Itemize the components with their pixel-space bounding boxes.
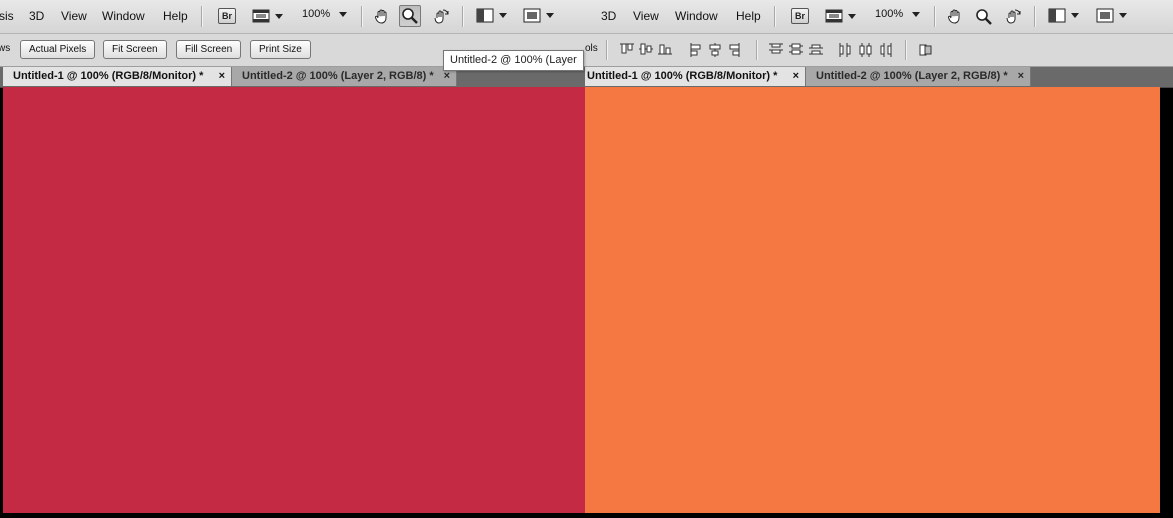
tab-untitled-2[interactable]: Untitled-2 @ 100% (Layer 2, RGB/8) * × xyxy=(806,67,1031,86)
chevron-down-icon xyxy=(912,11,921,17)
chevron-down-icon xyxy=(275,13,283,19)
menu-analysis[interactable]: sis xyxy=(0,9,14,23)
chevron-down-icon xyxy=(1119,13,1127,18)
distribute-left-edges-icon[interactable] xyxy=(838,42,854,58)
hand-tool-button[interactable] xyxy=(947,8,963,24)
arrange-documents-icon xyxy=(1048,8,1066,23)
menu-window[interactable]: Window xyxy=(675,9,718,23)
chevron-down-icon xyxy=(1071,13,1079,18)
document-canvas[interactable] xyxy=(3,87,585,513)
menu-3d[interactable]: 3D xyxy=(29,9,44,23)
left-photoshop-window: sis 3D View Window Help Br 100% ws Actua… xyxy=(0,0,585,518)
zoom-icon xyxy=(402,8,418,24)
zoom-tool-button[interactable] xyxy=(399,5,421,27)
bridge-button[interactable]: Br xyxy=(791,8,809,24)
hand-icon xyxy=(948,9,960,24)
close-icon[interactable]: × xyxy=(219,67,225,86)
distribute-top-edges-icon[interactable] xyxy=(768,42,784,56)
menu-window[interactable]: Window xyxy=(102,9,145,23)
fill-screen-button[interactable]: Fill Screen xyxy=(176,40,242,59)
menu-3d[interactable]: 3D xyxy=(601,9,616,23)
menu-view[interactable]: View xyxy=(633,9,659,23)
rotate-view-icon xyxy=(434,9,449,24)
menu-view[interactable]: View xyxy=(61,9,87,23)
rotate-view-tool-button[interactable] xyxy=(1004,8,1022,24)
right-photoshop-window: 3D View Window Help Br 100% ols Untitled… xyxy=(585,0,1173,518)
tab-untitled-1[interactable]: Untitled-1 @ 100% (RGB/8/Monitor) * × xyxy=(3,67,232,86)
print-size-button[interactable]: Print Size xyxy=(250,40,311,59)
chevron-down-icon xyxy=(339,11,348,17)
distribute-bottom-edges-icon[interactable] xyxy=(808,42,824,56)
document-canvas[interactable] xyxy=(585,87,1160,513)
application-bar: 3D View Window Help Br 100% xyxy=(585,0,1173,34)
zoom-level-dropdown[interactable]: 100% xyxy=(302,8,348,20)
bridge-button[interactable]: Br xyxy=(218,8,236,24)
align-left-edges-icon[interactable] xyxy=(689,42,703,58)
extras-menu-button[interactable] xyxy=(825,8,856,24)
rotate-view-icon xyxy=(1006,9,1021,24)
hand-icon xyxy=(375,9,387,24)
chevron-down-icon xyxy=(499,13,507,18)
options-bar: ols xyxy=(585,34,1173,67)
rotate-view-tool-button[interactable] xyxy=(432,8,450,24)
tab-untitled-1[interactable]: Untitled-1 @ 100% (RGB/8/Monitor) * × xyxy=(585,67,806,86)
distribute-right-edges-icon[interactable] xyxy=(878,42,894,58)
align-bottom-edges-icon[interactable] xyxy=(657,42,673,56)
screen-mode-button[interactable] xyxy=(1096,8,1127,23)
zoom-level-value: 100% xyxy=(875,8,904,20)
film-strip-icon xyxy=(252,9,270,23)
align-horizontal-centers-icon[interactable] xyxy=(708,42,722,58)
chevron-down-icon xyxy=(546,13,554,18)
extras-menu-button[interactable] xyxy=(252,8,283,24)
close-icon[interactable]: × xyxy=(793,67,799,86)
tab-label: Untitled-2 @ 100% (Layer 2, RGB/8) * xyxy=(816,70,1008,82)
align-vertical-centers-icon[interactable] xyxy=(638,42,654,56)
distribute-horizontal-centers-icon[interactable] xyxy=(858,42,874,58)
align-top-edges-icon[interactable] xyxy=(619,42,635,56)
options-partial-label: ols xyxy=(585,43,598,54)
bridge-icon: Br xyxy=(218,8,236,24)
zoom-tool-button[interactable] xyxy=(975,8,993,26)
arrange-documents-button[interactable] xyxy=(1048,8,1079,23)
screen-mode-icon xyxy=(1096,8,1114,23)
screen-mode-button[interactable] xyxy=(523,8,554,23)
tab-label: Untitled-2 @ 100% (Layer 2, RGB/8) * xyxy=(242,70,434,82)
arrange-documents-icon xyxy=(476,8,494,23)
menu-help[interactable]: Help xyxy=(163,9,188,23)
chevron-down-icon xyxy=(848,13,856,19)
zoom-level-dropdown[interactable]: 100% xyxy=(875,8,921,20)
fit-screen-button[interactable]: Fit Screen xyxy=(103,40,167,59)
align-right-edges-icon[interactable] xyxy=(727,42,741,58)
menu-help[interactable]: Help xyxy=(736,9,761,23)
close-icon[interactable]: × xyxy=(1018,67,1024,86)
distribute-vertical-centers-icon[interactable] xyxy=(788,42,804,56)
zoom-level-value: 100% xyxy=(302,8,331,20)
arrange-documents-button[interactable] xyxy=(476,8,507,23)
zoom-icon xyxy=(976,9,992,25)
tab-label: Untitled-1 @ 100% (RGB/8/Monitor) * xyxy=(587,70,778,82)
tab-tooltip: Untitled-2 @ 100% (Layer xyxy=(443,50,584,71)
bridge-icon: Br xyxy=(791,8,809,24)
tab-label: Untitled-1 @ 100% (RGB/8/Monitor) * xyxy=(13,70,204,82)
hand-tool-button[interactable] xyxy=(374,8,390,24)
options-partial-label: ws xyxy=(0,43,11,54)
tab-untitled-2[interactable]: Untitled-2 @ 100% (Layer 2, RGB/8) * × xyxy=(232,67,457,86)
screen-mode-icon xyxy=(523,8,541,23)
document-tab-bar: Untitled-1 @ 100% (RGB/8/Monitor) * × Un… xyxy=(585,67,1173,88)
application-bar: sis 3D View Window Help Br 100% xyxy=(0,0,585,34)
actual-pixels-button[interactable]: Actual Pixels xyxy=(20,40,96,59)
film-strip-icon xyxy=(825,9,843,23)
auto-align-layers-icon[interactable] xyxy=(918,42,934,58)
